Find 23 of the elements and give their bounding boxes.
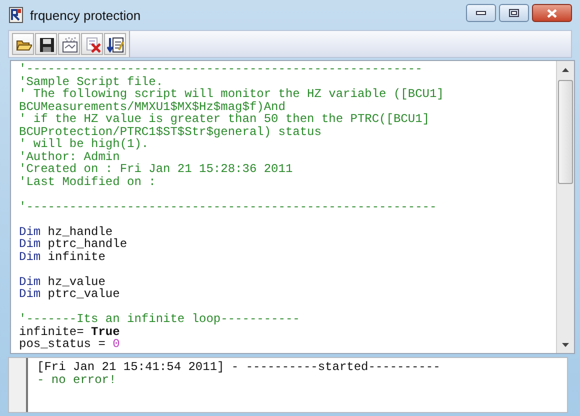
delete-document-icon (84, 36, 100, 52)
toolbar-button[interactable] (12, 33, 34, 55)
vertical-scrollbar[interactable] (556, 61, 574, 353)
output-line: [Fri Jan 21 15:41:54 2011] - ----------started---------- (37, 361, 442, 374)
toolbar-button[interactable] (58, 33, 80, 55)
document-arrow-icon (106, 36, 124, 52)
output-line: - no error! (37, 374, 118, 387)
minimize-button[interactable] (466, 4, 496, 22)
up-arrow-icon (562, 68, 569, 72)
code-text[interactable]: '------------------------------------------------------- 'Sample Script file. ' The following script will monitor the HZ variable ([BCU1] BCUMeasurements/MMXU1$MX$Hz$mag$f)And ' if the HZ value is greater than 50 then the PTRC([BCU1] BCUProtection/PTRC1$ST$Str$general) status ' will be high(1). 'Author: Admin 'Created on : Fri Jan 21 15:28:36 2011 'Last Modified on : '--------------------------------------------------------- Dim hz_handle Dim ptrc_handle Dim infinite Dim hz_value Dim ptrc_value '-------Its an infinite loop----------- infinite= True pos_status = 0 (11, 61, 556, 353)
close-icon (547, 8, 557, 18)
toolbar-button[interactable] (104, 33, 126, 55)
maximize-icon (509, 9, 519, 17)
output-gutter (9, 358, 28, 412)
dotted-document-icon (60, 36, 78, 52)
minimize-icon (476, 11, 486, 15)
maximize-button[interactable] (499, 4, 529, 22)
down-arrow-icon (562, 342, 569, 346)
toolbar-button[interactable] (35, 33, 57, 55)
app-icon (9, 7, 23, 23)
close-button[interactable] (532, 4, 572, 22)
window-title: frquency protection (30, 8, 142, 22)
scrollbar-thumb[interactable] (558, 80, 573, 184)
